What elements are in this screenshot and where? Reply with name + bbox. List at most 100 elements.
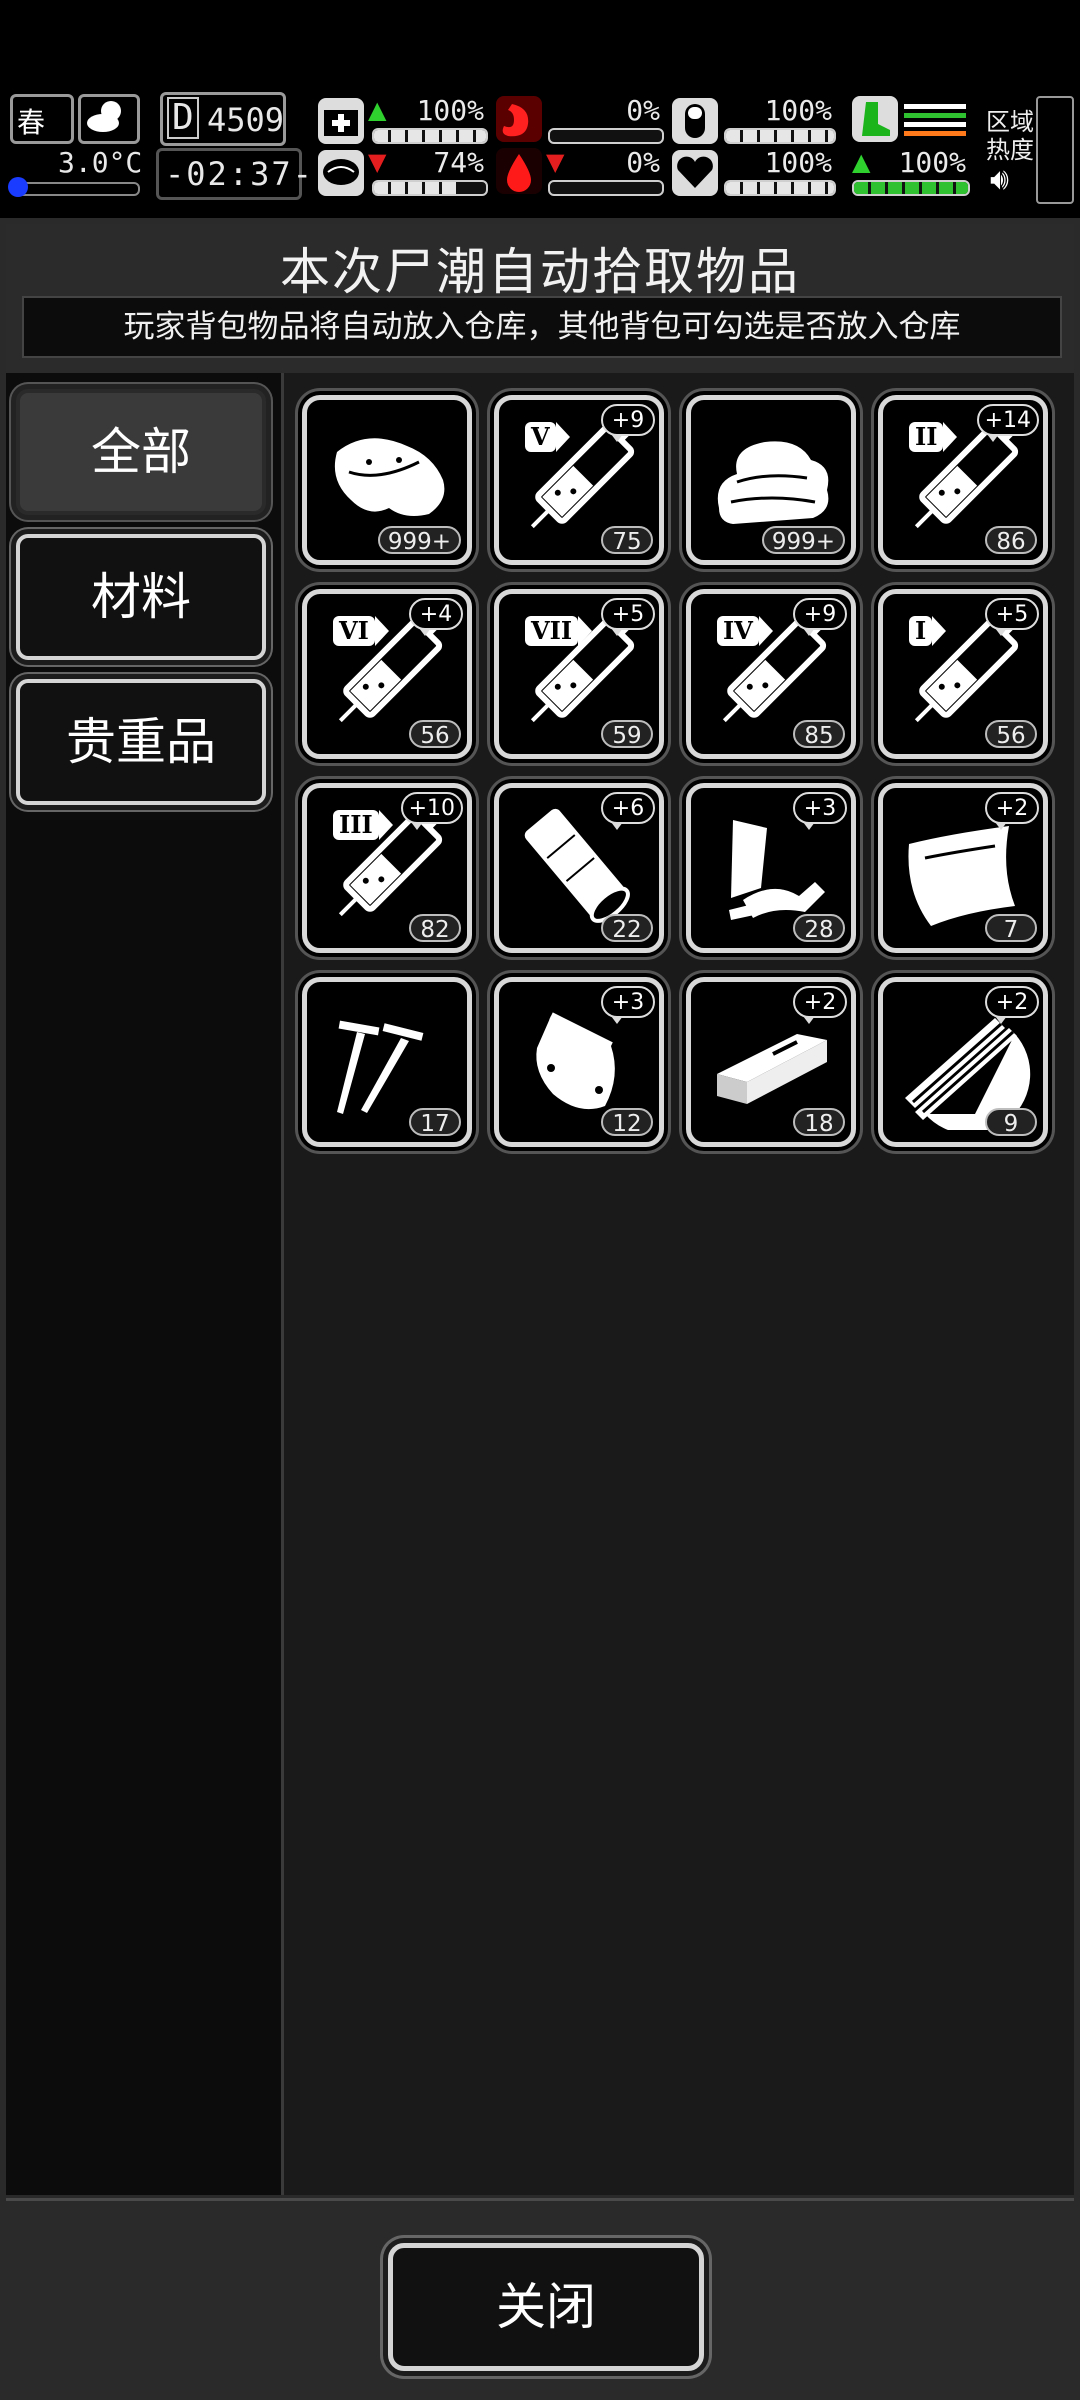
health-up-arrow: ▲ <box>368 96 387 124</box>
close-button[interactable]: 关闭 <box>388 2243 704 2371</box>
hunger-value: 0% <box>626 94 660 127</box>
item-slot[interactable]: 17 <box>302 977 472 1147</box>
stamina-stripes-icon <box>904 100 966 140</box>
tier-badge: VII <box>525 616 593 646</box>
day-value: 4509 <box>207 101 285 139</box>
item-slot[interactable]: I +5 56 <box>878 589 1048 759</box>
item-slot[interactable]: +2 7 <box>878 783 1048 953</box>
item-slot[interactable]: 999+ <box>686 395 856 565</box>
tier-badge: V <box>525 422 570 452</box>
zone-heat-meter <box>1036 96 1074 204</box>
bonus-bubble: +6 <box>601 792 655 830</box>
tier-badge: II <box>909 422 959 452</box>
temperature-knob <box>8 177 28 197</box>
bonus-bubble: +5 <box>985 598 1039 636</box>
bonus-bubble: +14 <box>976 404 1039 442</box>
item-slot[interactable]: +3 28 <box>686 783 856 953</box>
bonus-bubble: +9 <box>793 598 847 636</box>
item-quantity: 86 <box>985 526 1037 555</box>
item-slot[interactable]: II +14 86 <box>878 395 1048 565</box>
item-quantity: 22 <box>601 914 653 943</box>
heart-icon <box>672 150 718 196</box>
blood-value: 0% <box>626 146 660 179</box>
weather-icon <box>78 94 140 144</box>
item-quantity: 85 <box>793 720 845 749</box>
item-slot[interactable]: +2 18 <box>686 977 856 1147</box>
category-sidebar: 全部 材料 贵重品 <box>6 373 284 2195</box>
item-quantity: 56 <box>409 720 461 749</box>
medkit-icon <box>318 98 364 144</box>
item-slot[interactable]: III +10 82 <box>302 783 472 953</box>
item-slot[interactable]: +3 12 <box>494 977 664 1147</box>
day-counter: D 4509 <box>160 92 286 146</box>
bonus-bubble: +2 <box>985 986 1039 1024</box>
item-slot[interactable]: V +9 75 <box>494 395 664 565</box>
status-bar: 春 3.0°C D 4509 -02:37- ▲ 100% ▼ 74% 0% ▼… <box>0 88 1080 206</box>
pill-bar <box>724 128 836 144</box>
blood-down-arrow: ▼ <box>546 148 565 176</box>
speaker-icon[interactable]: 🔊︎ <box>990 162 1009 197</box>
item-quantity: 28 <box>793 914 845 943</box>
item-quantity: 17 <box>409 1108 461 1137</box>
auto-pickup-dialog: 本次尸潮自动拾取物品 玩家背包物品将自动放入仓库，其他背包可勾选是否放入仓库 全… <box>0 218 1080 2400</box>
heart-bar <box>724 180 836 196</box>
blood-drop-icon <box>496 148 542 194</box>
close-button-label: 关闭 <box>496 2278 596 2336</box>
blood-bar <box>548 180 664 196</box>
clock-text: -02:37- <box>165 155 314 193</box>
item-quantity: 9 <box>985 1108 1037 1137</box>
item-quantity: 59 <box>601 720 653 749</box>
season-badge: 春 <box>10 94 74 144</box>
dialog-title: 本次尸潮自动拾取物品 <box>280 243 800 301</box>
item-quantity: 56 <box>985 720 1037 749</box>
heart-value: 100% <box>764 146 832 179</box>
bonus-bubble: +3 <box>793 792 847 830</box>
temperature-text: 3.0°C <box>58 146 143 179</box>
item-quantity: 999+ <box>761 526 845 555</box>
health-bar <box>372 128 488 144</box>
tier-badge: I <box>909 616 947 646</box>
sanity-down-arrow: ▼ <box>368 148 387 176</box>
category-tab-materials[interactable]: 材料 <box>16 534 266 660</box>
category-tab-label: 全部 <box>91 423 191 481</box>
temperature-slider <box>8 177 140 197</box>
category-tab-label: 材料 <box>91 568 191 626</box>
item-grid: 999+ V +9 75 999+ II +14 86 VI +4 56 VII +5 59 IV +9 85 I… <box>284 373 1074 2195</box>
bonus-bubble: +9 <box>601 404 655 442</box>
category-tab-valuables[interactable]: 贵重品 <box>16 679 266 805</box>
item-slot[interactable]: +2 9 <box>878 977 1048 1147</box>
sanity-value: 74% <box>433 146 484 179</box>
bonus-bubble: +2 <box>793 986 847 1024</box>
stamina-up-arrow: ▲ <box>852 148 871 176</box>
category-tab-label: 贵重品 <box>66 713 216 771</box>
bonus-bubble: +3 <box>601 986 655 1024</box>
dialog-footer: 关闭 <box>6 2198 1074 2397</box>
category-tab-all[interactable]: 全部 <box>16 389 266 515</box>
clock: -02:37- <box>156 148 312 200</box>
item-slot[interactable]: VII +5 59 <box>494 589 664 759</box>
bonus-bubble: +5 <box>601 598 655 636</box>
tier-badge: VI <box>333 616 389 646</box>
dialog-subtitle: 玩家背包物品将自动放入仓库，其他背包可勾选是否放入仓库 <box>22 296 1062 358</box>
item-slot[interactable]: +6 22 <box>494 783 664 953</box>
pill-value: 100% <box>764 94 832 127</box>
item-quantity: 82 <box>409 914 461 943</box>
bonus-bubble: +4 <box>409 598 463 636</box>
pill-icon <box>672 98 718 144</box>
bonus-bubble: +2 <box>985 792 1039 830</box>
item-quantity: 12 <box>601 1108 653 1137</box>
season-label: 春 <box>17 106 46 139</box>
item-slot[interactable]: 999+ <box>302 395 472 565</box>
item-slot[interactable]: IV +9 85 <box>686 589 856 759</box>
item-quantity: 18 <box>793 1108 845 1137</box>
zone-heat-label-2: 热度 <box>986 136 1034 164</box>
item-slot[interactable]: VI +4 56 <box>302 589 472 759</box>
item-quantity: 7 <box>985 914 1037 943</box>
tier-badge: IV <box>717 616 773 646</box>
sanity-bar <box>372 180 488 196</box>
hunger-bar <box>548 128 664 144</box>
item-quantity: 999+ <box>377 526 461 555</box>
item-quantity: 75 <box>601 526 653 555</box>
stamina-value: 100% <box>898 146 966 179</box>
day-prefix: D <box>167 97 199 139</box>
